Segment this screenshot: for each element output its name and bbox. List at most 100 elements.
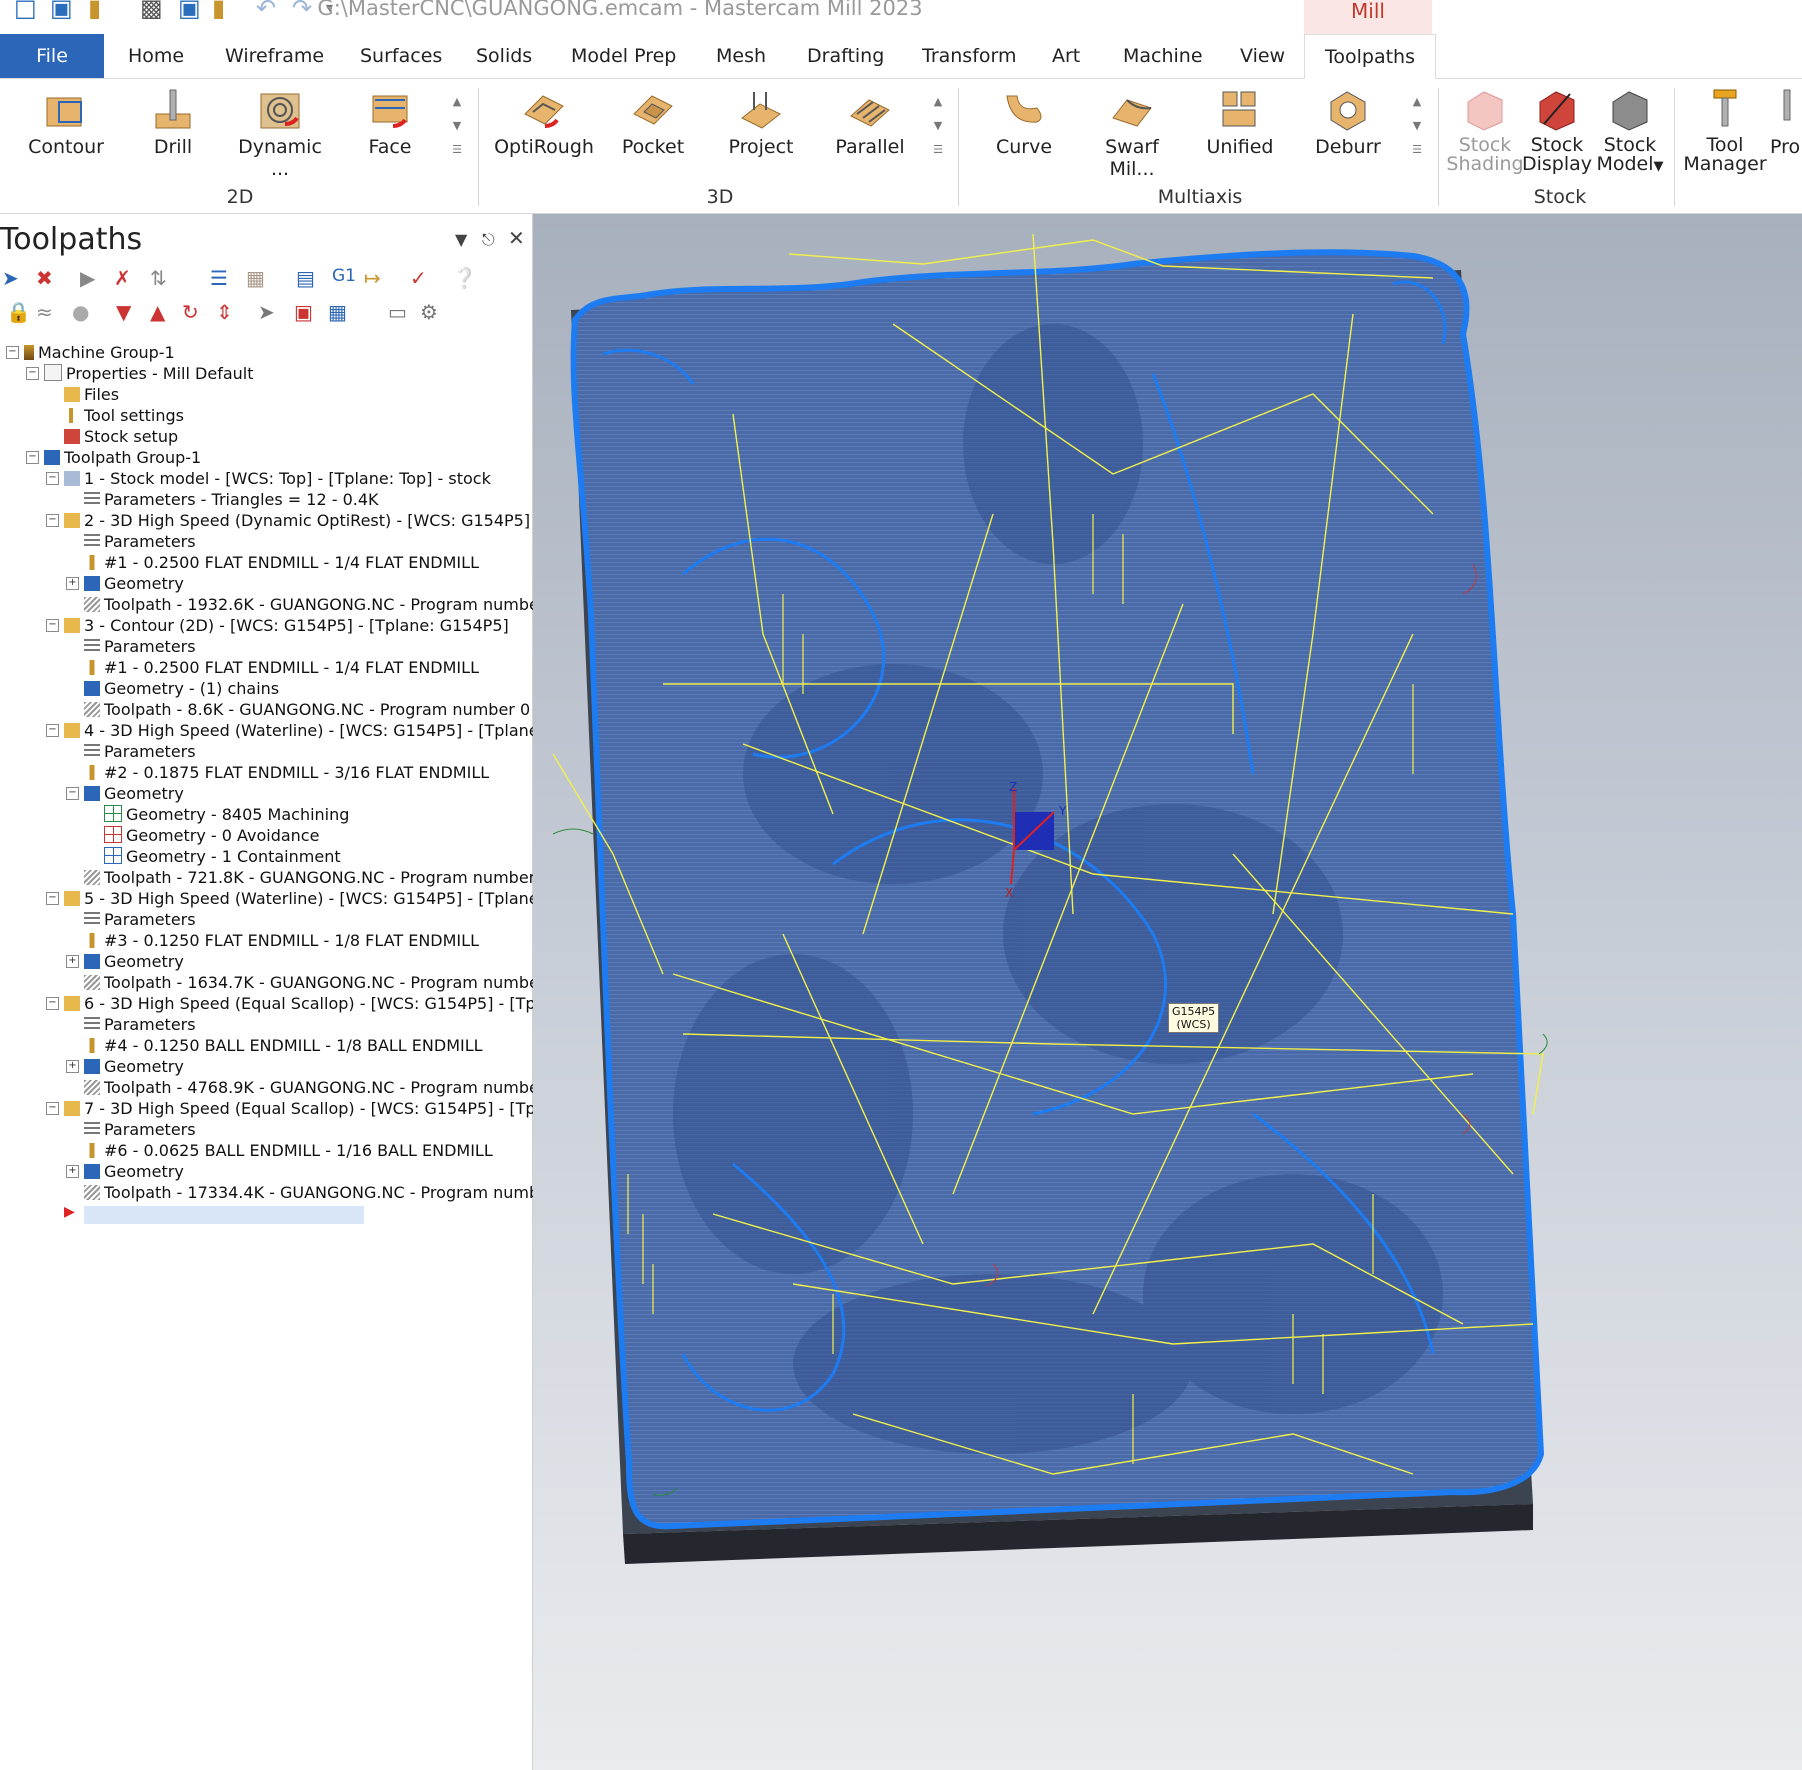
operation-5-geometry[interactable]: Geometry bbox=[84, 951, 184, 972]
operation-5-tool[interactable]: #3 - 0.1250 FLAT ENDMILL - 1/8 FLAT ENDM… bbox=[84, 930, 479, 951]
optirough-button[interactable]: OptiRough bbox=[494, 88, 594, 158]
insert-position-row[interactable] bbox=[84, 1206, 364, 1224]
unified-button[interactable]: Unified bbox=[1190, 88, 1290, 158]
tab-surfaces[interactable]: Surfaces bbox=[360, 34, 442, 78]
scroll-down-icon[interactable]: ▼ bbox=[929, 114, 947, 138]
tab-view[interactable]: View bbox=[1240, 34, 1285, 78]
pocket-button[interactable]: Pocket bbox=[603, 88, 703, 158]
operation-5[interactable]: 5 - 3D High Speed (Waterline) - [WCS: G1… bbox=[64, 888, 582, 909]
face-button[interactable]: Face bbox=[340, 88, 440, 158]
tab-transform[interactable]: Transform bbox=[922, 34, 1017, 78]
operation-4-tool[interactable]: #2 - 0.1875 FLAT ENDMILL - 3/16 FLAT END… bbox=[84, 762, 489, 783]
tree-item-tool-settings[interactable]: Tool settings bbox=[64, 405, 184, 426]
tree-item-files[interactable]: Files bbox=[64, 384, 119, 405]
tab-machine[interactable]: Machine bbox=[1123, 34, 1203, 78]
operation-6-toolpath[interactable]: Toolpath - 4768.9K - GUANGONG.NC - Progr… bbox=[84, 1077, 561, 1098]
expand-icon[interactable]: + bbox=[66, 955, 79, 968]
backplot-icon[interactable]: ⇅ bbox=[150, 266, 167, 290]
tab-drafting[interactable]: Drafting bbox=[807, 34, 884, 78]
delete-icon[interactable]: ✓ bbox=[410, 266, 427, 290]
operation-3-toolpath[interactable]: Toolpath - 8.6K - GUANGONG.NC - Program … bbox=[84, 699, 530, 720]
tools-icon[interactable]: ⚙ bbox=[420, 300, 438, 324]
operation-1[interactable]: 1 - Stock model - [WCS: Top] - [Tplane: … bbox=[64, 468, 491, 489]
drill-button[interactable]: Drill bbox=[123, 88, 223, 158]
tab-home[interactable]: Home bbox=[128, 34, 184, 78]
simulate-icon[interactable]: ▦ bbox=[246, 266, 265, 290]
operation-4-geometry[interactable]: Geometry bbox=[84, 783, 184, 804]
tab-model-prep[interactable]: Model Prep bbox=[571, 34, 676, 78]
deburr-button[interactable]: Deburr bbox=[1298, 88, 1398, 158]
collapse-icon[interactable]: − bbox=[46, 619, 59, 632]
operation-2-tool[interactable]: #1 - 0.2500 FLAT ENDMILL - 1/4 FLAT ENDM… bbox=[84, 552, 479, 573]
operation-7-geometry[interactable]: Geometry bbox=[84, 1161, 184, 1182]
operation-4-toolpath[interactable]: Toolpath - 721.8K - GUANGONG.NC - Progra… bbox=[84, 867, 551, 888]
insert-arrow-marker-icon[interactable]: ▶ bbox=[64, 1202, 75, 1223]
graphics-viewport[interactable]: Z Y X bbox=[533, 214, 1802, 1770]
panel-close-icon[interactable]: ✕ bbox=[508, 226, 525, 250]
tree-item-stock-setup[interactable]: Stock setup bbox=[64, 426, 178, 447]
operation-2[interactable]: 2 - 3D High Speed (Dynamic OptiRest) - [… bbox=[64, 510, 586, 531]
panel-pin-icon[interactable]: ⎋ bbox=[482, 230, 495, 250]
operation-3-parameters[interactable]: Parameters bbox=[84, 636, 196, 657]
scroll-down-icon[interactable]: ▼ bbox=[448, 114, 466, 138]
ribbon-3d-scroll[interactable]: ▲ ▼ ☰ bbox=[929, 90, 947, 162]
highfeed-icon[interactable]: ↦ bbox=[364, 266, 381, 290]
tab-mesh[interactable]: Mesh bbox=[716, 34, 766, 78]
insert-arrow-icon[interactable]: ↻ bbox=[182, 300, 199, 324]
tab-file[interactable]: File bbox=[0, 34, 104, 78]
swarf-milling-button[interactable]: Swarf Mil... bbox=[1082, 88, 1182, 180]
operation-4-geometry-machining[interactable]: Geometry - 8405 Machining bbox=[104, 804, 349, 825]
collapse-icon[interactable]: − bbox=[46, 514, 59, 527]
scroll-up-icon[interactable]: ▲ bbox=[929, 90, 947, 114]
scroll-down-icon[interactable]: ▼ bbox=[1408, 114, 1426, 138]
operation-7[interactable]: 7 - 3D High Speed (Equal Scallop) - [WCS… bbox=[64, 1098, 575, 1119]
curve-button[interactable]: Curve bbox=[974, 88, 1074, 158]
operation-4-geometry-avoidance[interactable]: Geometry - 0 Avoidance bbox=[104, 825, 319, 846]
post-icon[interactable]: ▤ bbox=[296, 266, 315, 290]
only-selected-icon[interactable]: ➤ bbox=[258, 300, 275, 324]
g1-icon[interactable]: G1 bbox=[332, 266, 356, 286]
expand-icon[interactable]: + bbox=[66, 1060, 79, 1073]
regenerate-icon[interactable]: ▶ bbox=[80, 266, 95, 290]
project-button[interactable]: Project bbox=[711, 88, 811, 158]
operation-2-toolpath[interactable]: Toolpath - 1932.6K - GUANGONG.NC - Progr… bbox=[84, 594, 561, 615]
tree-item-properties[interactable]: Properties - Mill Default bbox=[44, 363, 254, 384]
ribbon-multiaxis-scroll[interactable]: ▲ ▼ ☰ bbox=[1408, 90, 1426, 162]
dynamic-button[interactable]: Dynamic ... bbox=[230, 88, 330, 180]
collapse-icon[interactable]: − bbox=[46, 724, 59, 737]
operation-6-tool[interactable]: #4 - 0.1250 BALL ENDMILL - 1/8 BALL ENDM… bbox=[84, 1035, 483, 1056]
operation-3-tool[interactable]: #1 - 0.2500 FLAT ENDMILL - 1/4 FLAT ENDM… bbox=[84, 657, 479, 678]
move-up-icon[interactable]: ▲ bbox=[150, 300, 165, 324]
dropdown-arrow-icon[interactable]: ▼ bbox=[1654, 159, 1664, 174]
operation-2-geometry[interactable]: Geometry bbox=[84, 573, 184, 594]
help-icon[interactable]: ❔ bbox=[452, 266, 477, 290]
tool-manager-button[interactable]: Tool Manager bbox=[1682, 88, 1768, 174]
collapse-icon[interactable]: − bbox=[46, 997, 59, 1010]
scroll-up-icon[interactable]: ▲ bbox=[448, 90, 466, 114]
operation-5-parameters[interactable]: Parameters bbox=[84, 909, 196, 930]
scroll-up-icon[interactable]: ▲ bbox=[1408, 90, 1426, 114]
deselect-icon[interactable]: ✖ bbox=[36, 266, 53, 290]
toolpath-filter-icon[interactable]: ▦ bbox=[328, 300, 347, 324]
display-only-icon[interactable]: ▣ bbox=[294, 300, 313, 324]
stock-shading-button[interactable]: Stock Shading bbox=[1446, 88, 1524, 174]
tab-wireframe[interactable]: Wireframe bbox=[225, 34, 324, 78]
toggle-display-icon[interactable]: ≈ bbox=[36, 300, 53, 324]
expand-icon[interactable]: + bbox=[66, 577, 79, 590]
tree-item-toolpath-group[interactable]: Toolpath Group-1 bbox=[44, 447, 201, 468]
collapse-icon[interactable]: − bbox=[46, 472, 59, 485]
ribbon-2d-scroll[interactable]: ▲ ▼ ☰ bbox=[448, 90, 466, 162]
operation-6-geometry[interactable]: Geometry bbox=[84, 1056, 184, 1077]
operation-2-parameters[interactable]: Parameters bbox=[84, 531, 196, 552]
expand-gallery-icon[interactable]: ☰ bbox=[448, 138, 466, 162]
stock-display-button[interactable]: Stock Display bbox=[1518, 88, 1596, 174]
operation-7-parameters[interactable]: Parameters bbox=[84, 1119, 196, 1140]
operation-6-parameters[interactable]: Parameters bbox=[84, 1014, 196, 1035]
operation-4-parameters[interactable]: Parameters bbox=[84, 741, 196, 762]
contour-button[interactable]: Contour bbox=[16, 88, 116, 158]
tree-item-machine-group[interactable]: Machine Group-1 bbox=[24, 342, 175, 363]
options-icon[interactable]: ▭ bbox=[388, 300, 407, 324]
move-down-icon[interactable]: ▼ bbox=[116, 300, 131, 324]
operation-7-tool[interactable]: #6 - 0.0625 BALL ENDMILL - 1/16 BALL END… bbox=[84, 1140, 493, 1161]
regenerate-dirty-icon[interactable]: ✗ bbox=[114, 266, 131, 290]
